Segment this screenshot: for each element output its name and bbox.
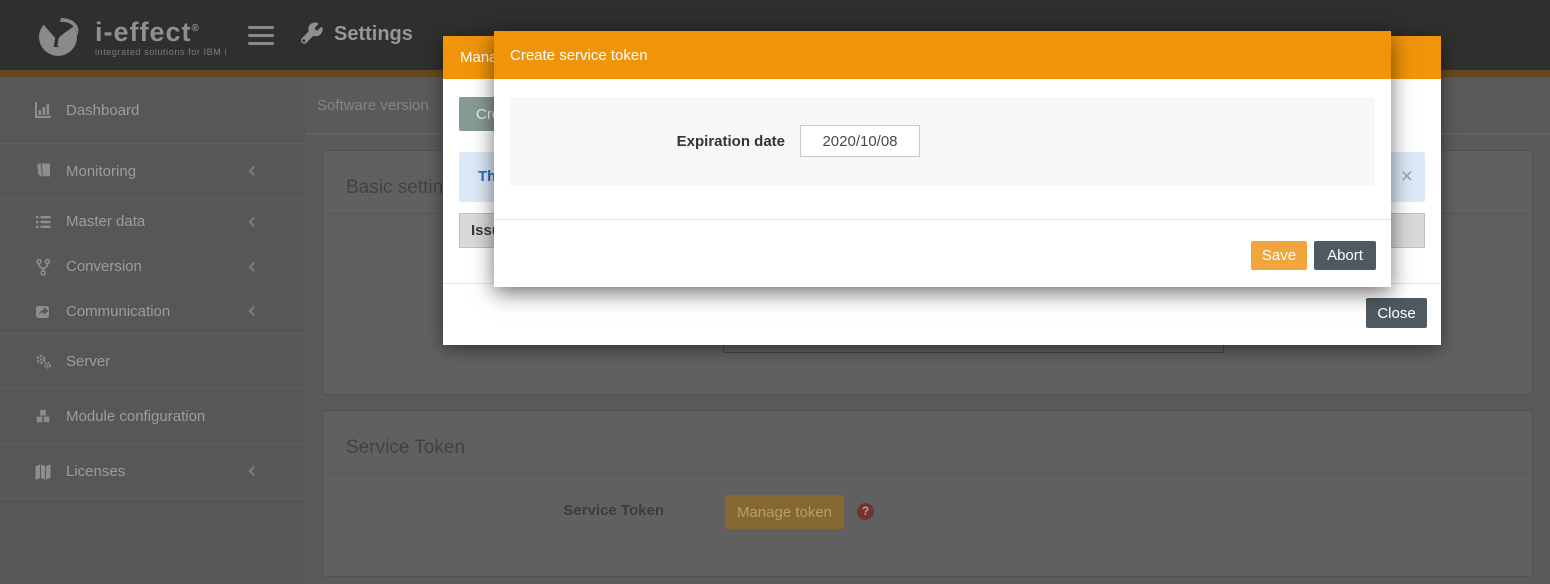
sidebar-item-label: Communication	[66, 303, 170, 320]
sidebar-item-label: Conversion	[66, 258, 142, 275]
sidebar-item-label: Module configuration	[66, 408, 205, 425]
sidebar-item-label: Master data	[66, 213, 145, 230]
service-token-label: Service Token	[323, 502, 694, 519]
sidebar-item-label: Dashboard	[66, 102, 139, 119]
brand-tagline: integrated solutions for IBM i	[95, 47, 227, 57]
service-token-panel: Service Token Service Token Manage token…	[322, 410, 1533, 577]
sidebar-item-conversion[interactable]: Conversion	[0, 244, 305, 289]
expiration-form-area: Expiration date	[510, 97, 1375, 185]
sidebar-item-dashboard[interactable]: Dashboard	[0, 77, 305, 144]
sidebar: Dashboard Monitoring Master data	[0, 77, 305, 584]
chevron-left-icon	[249, 262, 259, 272]
chevron-left-icon	[249, 217, 259, 227]
sidebar-item-licenses[interactable]: Licenses	[0, 444, 305, 499]
chevron-left-icon	[249, 306, 259, 316]
alert-close-icon[interactable]: ×	[1401, 152, 1413, 202]
expiration-date-label: Expiration date	[510, 133, 800, 150]
manage-modal-footer: Close	[443, 283, 1441, 345]
header-settings: Settings	[300, 22, 413, 46]
create-modal-title: Create service token	[510, 47, 648, 64]
map-icon	[33, 462, 53, 480]
sidebar-item-server[interactable]: Server	[0, 334, 305, 389]
brand-logo[interactable]: i i-effect® integrated solutions for IBM…	[33, 10, 227, 62]
code-fork-icon	[33, 258, 53, 276]
tab-software-version[interactable]: Software version	[317, 97, 429, 114]
sidebar-item-label: Licenses	[66, 463, 125, 480]
sidebar-item-module-configuration[interactable]: Module configuration	[0, 389, 305, 444]
svg-text:i: i	[53, 24, 61, 53]
sidebar-item-label: Server	[66, 353, 110, 370]
chevron-left-icon	[249, 466, 259, 476]
help-question-icon[interactable]: ?	[857, 503, 874, 520]
sidebar-item-communication[interactable]: Communication	[0, 289, 305, 334]
trademark-symbol: ®	[192, 23, 200, 34]
create-modal-header: Create service token	[494, 31, 1391, 79]
i-effect-emblem-icon: i	[33, 10, 85, 62]
bar-chart-icon	[33, 101, 53, 119]
expiration-date-input[interactable]	[800, 125, 920, 157]
service-token-row: Service Token Manage token ?	[323, 495, 1532, 529]
sidebar-item-label: Monitoring	[66, 163, 136, 180]
book-icon	[33, 162, 53, 180]
create-modal-footer: Save Abort	[494, 219, 1391, 287]
create-service-token-modal: Create service token Expiration date Sav…	[494, 31, 1391, 287]
gears-icon	[33, 352, 53, 370]
wrench-icon	[300, 22, 324, 46]
hamburger-menu-icon[interactable]	[248, 26, 274, 47]
page-title: Settings	[334, 23, 413, 46]
sidebar-item-master-data[interactable]: Master data	[0, 199, 305, 244]
abort-button[interactable]: Abort	[1314, 241, 1376, 270]
list-icon	[33, 213, 53, 231]
close-button[interactable]: Close	[1366, 298, 1427, 328]
manage-token-button[interactable]: Manage token	[725, 495, 844, 529]
service-token-title: Service Token	[323, 411, 1532, 474]
cubes-icon	[33, 407, 53, 425]
chevron-left-icon	[249, 166, 259, 176]
sidebar-item-monitoring[interactable]: Monitoring	[0, 144, 305, 199]
save-button[interactable]: Save	[1251, 241, 1307, 270]
brand-name: i-effect®	[95, 15, 227, 46]
share-icon	[33, 302, 53, 320]
